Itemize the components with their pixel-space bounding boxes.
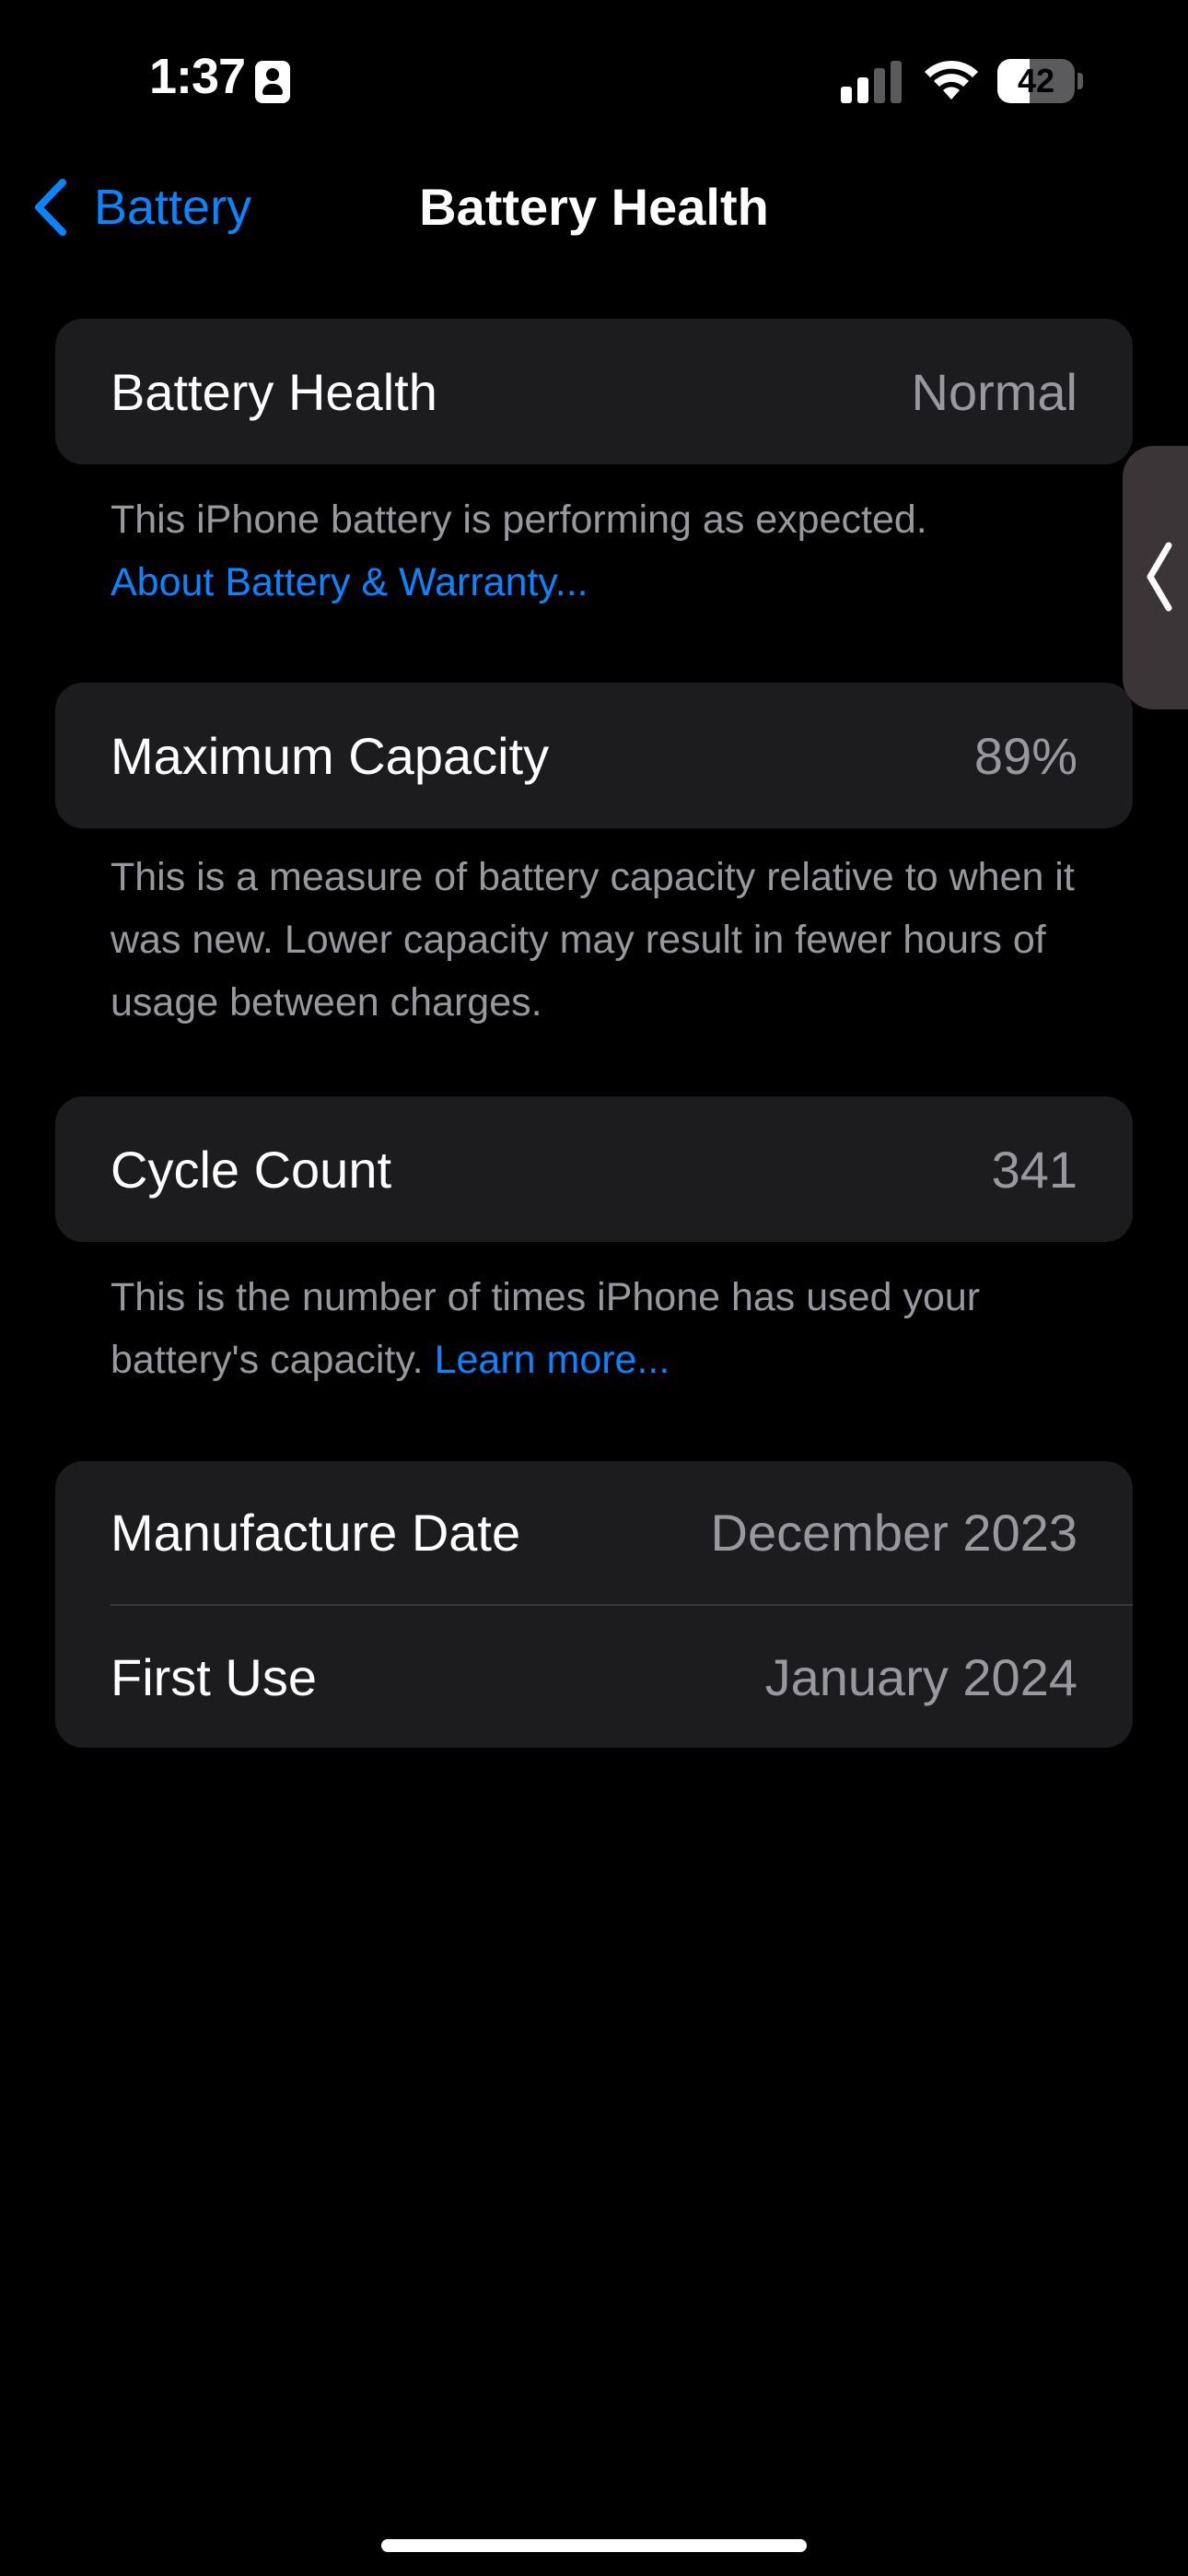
chevron-left-icon [1147, 542, 1172, 612]
battery-health-footnote: This iPhone battery is performing as exp… [111, 488, 1087, 614]
battery-icon: 42 [997, 59, 1083, 103]
battery-health-value: Normal [911, 362, 1077, 421]
cycle-count-label: Cycle Count [111, 1140, 392, 1199]
maximum-capacity-footnote: This is a measure of battery capacity re… [111, 855, 1075, 1025]
maximum-capacity-row: Maximum Capacity 89% [55, 683, 1133, 828]
battery-level-text: 42 [1017, 62, 1055, 100]
side-panel-handle[interactable] [1123, 446, 1188, 709]
cycle-count-value: 341 [991, 1140, 1077, 1199]
battery-health-card: Battery Health Normal [55, 319, 1133, 464]
cycle-count-footnote: This is the number of times iPhone has u… [111, 1266, 1087, 1391]
battery-health-description: This iPhone battery is performing as exp… [111, 498, 927, 542]
dates-card: Manufacture Date December 2023 First Use… [55, 1461, 1133, 1748]
maximum-capacity-value: 89% [973, 726, 1077, 785]
manufacture-date-row: Manufacture Date December 2023 [55, 1461, 1133, 1604]
maximum-capacity-card: Maximum Capacity 89% [55, 683, 1133, 828]
first-use-row: First Use January 2024 [55, 1606, 1133, 1748]
manufacture-date-label: Manufacture Date [111, 1504, 521, 1562]
navigation-bar: Battery Battery Health [0, 157, 1188, 258]
manufacture-date-value: December 2023 [710, 1504, 1077, 1562]
battery-health-label: Battery Health [111, 362, 437, 421]
cycle-count-card: Cycle Count 341 [55, 1096, 1133, 1242]
maximum-capacity-label: Maximum Capacity [111, 726, 550, 785]
cycle-count-row: Cycle Count 341 [55, 1096, 1133, 1242]
status-bar: 1:37 42 [0, 0, 1188, 157]
page-title: Battery Health [419, 178, 769, 236]
status-time: 1:37 [149, 49, 246, 104]
cellular-signal-icon [841, 61, 902, 103]
contact-card-icon [255, 61, 290, 103]
first-use-value: January 2024 [764, 1647, 1077, 1706]
home-indicator[interactable] [381, 2539, 807, 2552]
first-use-label: First Use [111, 1647, 317, 1706]
battery-health-row: Battery Health Normal [55, 319, 1133, 464]
learn-more-link[interactable]: Learn more... [435, 1338, 670, 1382]
wifi-icon [925, 60, 978, 100]
about-battery-warranty-link[interactable]: About Battery & Warranty... [111, 560, 588, 604]
